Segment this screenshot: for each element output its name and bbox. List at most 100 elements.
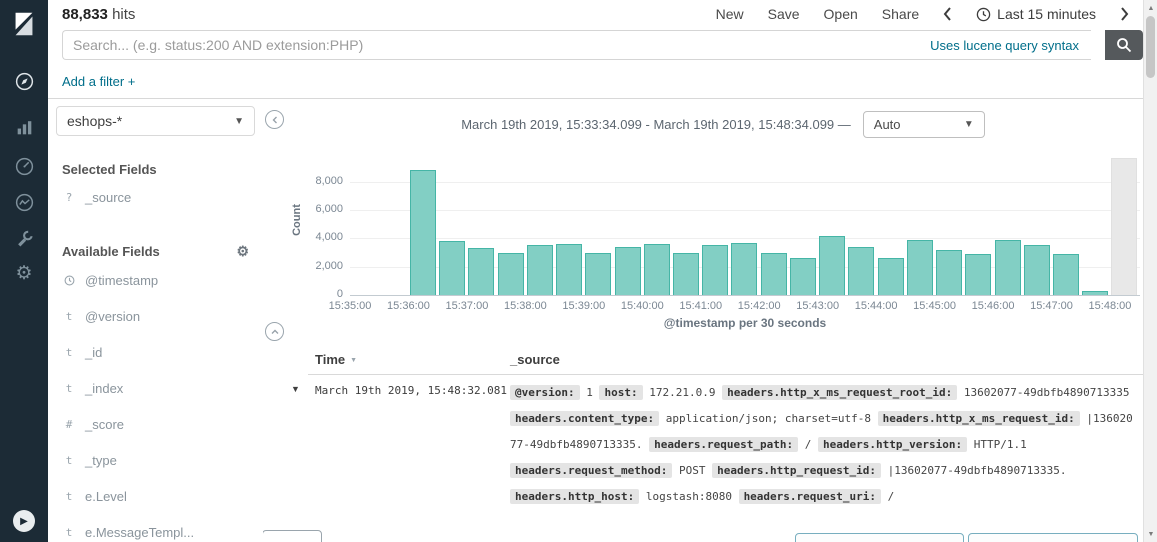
source-field-value: HTTP/1.1: [974, 438, 1027, 451]
hits-counter: 88,833 hits: [62, 6, 135, 23]
scroll-up-arrow[interactable]: ▲: [1144, 1, 1157, 15]
histogram-bar[interactable]: [995, 240, 1021, 295]
histogram-bar[interactable]: [498, 253, 524, 295]
histogram-bar[interactable]: [790, 258, 816, 295]
doc-table-header: Time▼ _source: [308, 350, 1143, 375]
field-name: _score: [85, 417, 124, 432]
y-tick-label: 2,000: [315, 260, 343, 272]
selected-fields-title: Selected Fields: [62, 162, 249, 177]
field-item-_score[interactable]: #_score: [48, 406, 263, 442]
row-source: @version: 1 host: 172.21.0.9 headers.htt…: [510, 380, 1137, 510]
fields-panel: eshops-* ▼ Selected Fields ? _source Avai…: [48, 100, 263, 542]
search-input[interactable]: [63, 37, 930, 53]
x-tick-label: 15:40:00: [621, 300, 664, 312]
collapse-chart-button[interactable]: [265, 322, 284, 341]
histogram-bar[interactable]: [761, 253, 787, 295]
nav-collapse-button[interactable]: ▶: [13, 510, 35, 532]
field-type-icon: t: [62, 310, 76, 323]
sidebar-item-timelion[interactable]: [0, 185, 48, 219]
source-field-name: headers.request_path:: [649, 437, 798, 452]
histogram-bar[interactable]: [965, 254, 991, 295]
histogram-bar[interactable]: [527, 245, 553, 295]
y-tick-label: 6,000: [315, 203, 343, 215]
sidebar-item-management[interactable]: ⚙: [0, 256, 48, 290]
sidebar-item-dev-tools[interactable]: [0, 221, 48, 255]
histogram-bar[interactable]: [907, 240, 933, 295]
histogram-bar[interactable]: [936, 250, 962, 295]
x-tick-label: 15:36:00: [387, 300, 430, 312]
x-axis: 15:35:0015:36:0015:37:0015:38:0015:39:00…: [350, 300, 1140, 314]
histogram-bar[interactable]: [1082, 291, 1108, 295]
menu-new-button[interactable]: New: [716, 6, 744, 22]
histogram-bar[interactable]: [644, 244, 670, 295]
scrollbar[interactable]: ▲ ▼: [1143, 0, 1157, 542]
histogram-bar[interactable]: [585, 253, 611, 295]
view-single-document-button[interactable]: [968, 533, 1138, 542]
wrench-icon: [14, 228, 35, 249]
field-settings-gear-icon[interactable]: ⚙: [236, 243, 249, 260]
field-item-e.MessageTempl...[interactable]: te.MessageTempl...: [48, 514, 263, 542]
field-item-@version[interactable]: t@version: [48, 298, 263, 334]
histogram-bar[interactable]: [439, 241, 465, 295]
histogram-bar[interactable]: [615, 247, 641, 295]
sidebar-item-dashboard[interactable]: [0, 149, 48, 183]
menu-save-button[interactable]: Save: [768, 6, 800, 22]
available-fields-title: Available Fields: [62, 244, 160, 259]
collapse-fields-panel-button[interactable]: [265, 110, 284, 129]
view-surrounding-documents-button[interactable]: [795, 533, 964, 542]
x-tick-label: 15:48:00: [1089, 300, 1132, 312]
sidebar-item-discover[interactable]: [0, 64, 48, 98]
lucene-syntax-link[interactable]: Uses lucene query syntax: [930, 38, 1091, 53]
field-item-e.Level[interactable]: te.Level: [48, 478, 263, 514]
histogram-bar[interactable]: [673, 253, 699, 295]
histogram-bar[interactable]: [878, 258, 904, 295]
source-field-value: /: [888, 490, 895, 503]
index-pattern-select[interactable]: eshops-* ▼: [56, 106, 255, 136]
field-item-_index[interactable]: t_index: [48, 370, 263, 406]
histogram-bar[interactable]: [702, 245, 728, 295]
source-field-name: headers.http_version:: [818, 437, 967, 452]
histogram-bar[interactable]: [731, 243, 757, 295]
histogram-bar[interactable]: [848, 247, 874, 295]
scroll-down-arrow[interactable]: ▼: [1144, 527, 1157, 541]
kibana-logo[interactable]: [0, 0, 48, 48]
field-item-_id[interactable]: t_id: [48, 334, 263, 370]
interval-select[interactable]: Auto ▼: [863, 111, 985, 138]
time-range-picker[interactable]: Last 15 minutes: [976, 6, 1096, 22]
y-axis: 02,0004,0006,0008,000: [263, 145, 345, 295]
histogram-bar[interactable]: [410, 170, 436, 295]
chevron-down-icon: ▼: [234, 116, 244, 127]
time-back-button[interactable]: [943, 7, 952, 21]
field-type-icon: t: [62, 454, 76, 467]
time-forward-button[interactable]: [1120, 7, 1129, 21]
interval-value: Auto: [874, 117, 901, 132]
clock-icon: [976, 7, 991, 22]
histogram-bar[interactable]: [556, 244, 582, 295]
sidebar-item-visualize[interactable]: [0, 110, 48, 144]
histogram-bar[interactable]: [468, 248, 494, 295]
expanded-doc-tabs-partial[interactable]: [263, 530, 322, 542]
scrollbar-thumb[interactable]: [1146, 16, 1155, 78]
field-item-_source[interactable]: ? _source: [48, 179, 263, 215]
add-filter-link[interactable]: Add a filter +: [62, 74, 135, 89]
available-fields-title-row: Available Fields ⚙: [62, 243, 249, 260]
histogram-bar[interactable]: [1024, 245, 1050, 295]
x-axis-title: @timestamp per 30 seconds: [350, 316, 1140, 330]
histogram-bar[interactable]: [1053, 254, 1079, 295]
bar-chart-icon: [14, 117, 35, 138]
menu-open-button[interactable]: Open: [824, 6, 858, 22]
selected-fields-list: ? _source: [48, 179, 263, 215]
chart-header: March 19th 2019, 15:33:34.099 - March 19…: [323, 110, 1123, 138]
column-header-time[interactable]: Time▼: [315, 352, 357, 367]
source-field-name: host:: [599, 385, 642, 400]
field-item-_type[interactable]: t_type: [48, 442, 263, 478]
search-button[interactable]: [1105, 30, 1143, 60]
search-bar: Uses lucene query syntax: [62, 30, 1091, 60]
histogram-bar[interactable]: [819, 236, 845, 295]
expand-row-caret[interactable]: ▼: [291, 384, 300, 394]
field-name: _source: [85, 190, 131, 205]
x-tick-label: 15:47:00: [1030, 300, 1073, 312]
menu-share-button[interactable]: Share: [882, 6, 919, 22]
field-type-icon: ?: [62, 191, 76, 204]
field-item-@timestamp[interactable]: @timestamp: [48, 262, 263, 298]
